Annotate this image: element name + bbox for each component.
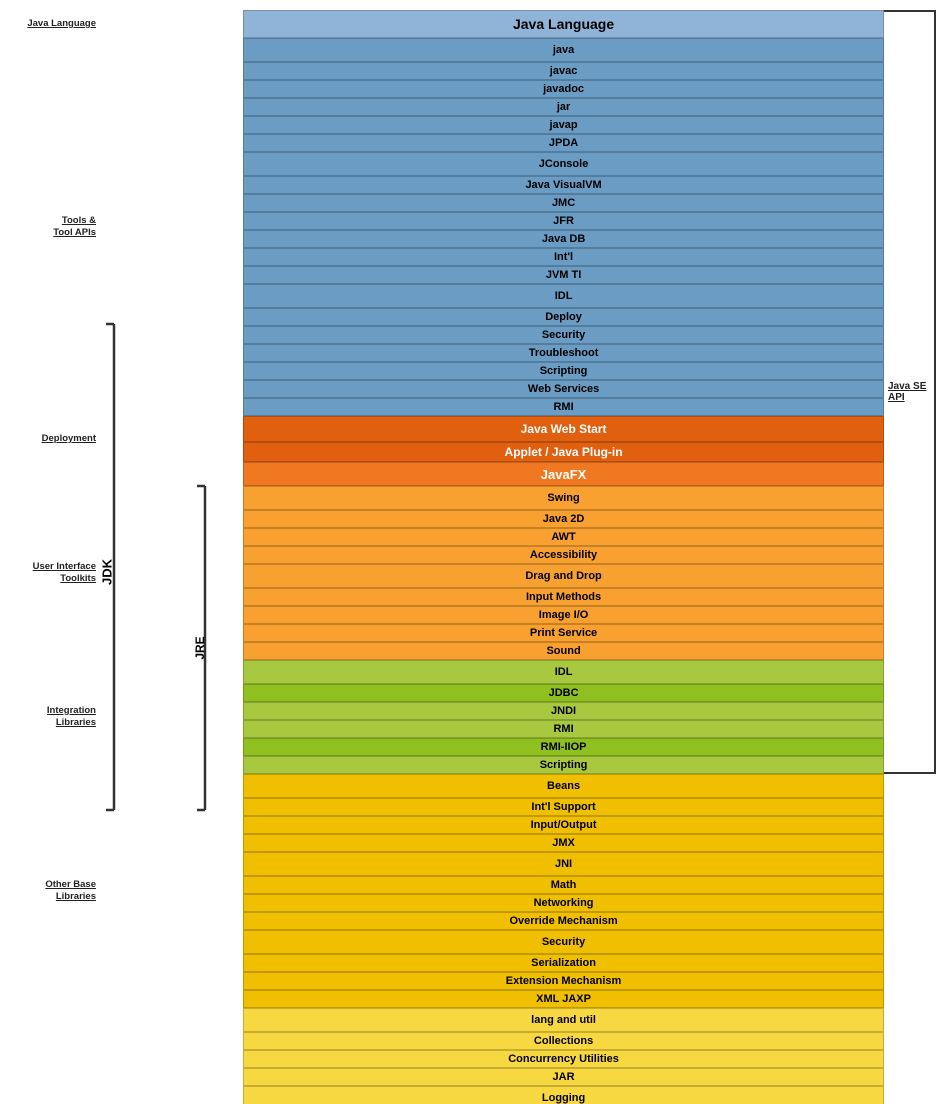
ui-toolkits-label: User Interface Toolkits (10, 486, 100, 660)
tool-jar: jar (243, 98, 884, 116)
tool-javadoc: javadoc (243, 80, 884, 98)
int-idl: IDL (243, 660, 884, 684)
svg-text:JRE: JRE (193, 636, 207, 659)
applet-plugin: Applet / Java Plug-in (243, 442, 884, 462)
lu-logging: Logging (243, 1086, 884, 1104)
ob-jni: JNI (243, 852, 884, 876)
tool-security: Security (243, 326, 884, 344)
ob-serialization: Serialization (243, 954, 884, 972)
ob-networking: Networking (243, 894, 884, 912)
tool-visualvm: Java VisualVM (243, 176, 884, 194)
jdk-bracket-svg: JDK (100, 322, 118, 852)
tools-label: Tools & Tool APIs (10, 38, 100, 416)
java-language-header: Java Language (243, 10, 884, 38)
empty-right-3 (884, 930, 936, 1008)
ob-jmx: JMX (243, 834, 884, 852)
tool-jvmti: JVM TI (243, 266, 884, 284)
tool-rmi: RMI (243, 398, 884, 416)
empty-label-1 (10, 462, 100, 486)
ui-sound: Sound (243, 642, 884, 660)
ui-inputmethods: Input Methods (243, 588, 884, 606)
tool-javap: javap (243, 116, 884, 134)
ob-inputoutput: Input/Output (243, 816, 884, 834)
tool-jconsole: JConsole (243, 152, 884, 176)
tool-jpda: JPDA (243, 134, 884, 152)
ob-security: Security (243, 930, 884, 954)
ui-swing: Swing (243, 486, 884, 510)
lu-langutil: lang and util (243, 1008, 884, 1032)
tool-javadb: Java DB (243, 230, 884, 248)
jre-bracket-svg: JRE (193, 322, 209, 852)
java-web-start: Java Web Start (243, 416, 884, 442)
lu-collections: Collections (243, 1032, 884, 1050)
ob-math: Math (243, 876, 884, 894)
tool-java: java (243, 38, 884, 62)
tool-deploy: Deploy (243, 308, 884, 326)
tool-idl: IDL (243, 284, 884, 308)
deployment-label: Deployment (10, 416, 100, 462)
int-jdbc: JDBC (243, 684, 884, 702)
ui-printservice: Print Service (243, 624, 884, 642)
ob-intlsupport: Int'l Support (243, 798, 884, 816)
tool-scripting: Scripting (243, 362, 884, 380)
tool-javac: javac (243, 62, 884, 80)
int-scripting: Scripting (243, 756, 884, 774)
empty-right-4 (884, 1008, 936, 1086)
ui-dragdrop: Drag and Drop (243, 564, 884, 588)
jre-bracket-cell: JRE (193, 10, 243, 1104)
ui-java2d: Java 2D (243, 510, 884, 528)
tool-jfr: JFR (243, 212, 884, 230)
tool-jmc: JMC (243, 194, 884, 212)
lu-concurrent: Concurrency Utilities (243, 1050, 884, 1068)
java-se-api-label: Java SE API (884, 10, 936, 774)
javafx-cell: JavaFX (243, 462, 884, 486)
lang-util-label: lang and util Base Libraries (10, 1008, 100, 1104)
int-jndi: JNDI (243, 702, 884, 720)
tool-webservices: Web Services (243, 380, 884, 398)
int-rmiiop: RMI-IIOP (243, 738, 884, 756)
integration-label: Integration Libraries (10, 660, 100, 774)
tool-troubleshoot: Troubleshoot (243, 344, 884, 362)
int-rmi: RMI (243, 720, 884, 738)
java-language-label: Java Language (10, 10, 100, 38)
main-container: Java Language JDK (0, 0, 946, 552)
tool-intl: Int'l (243, 248, 884, 266)
ob-beans: Beans (243, 774, 884, 798)
empty-right-2 (884, 852, 936, 930)
ob-override: Override Mechanism (243, 912, 884, 930)
ob-extension: Extension Mechanism (243, 972, 884, 990)
ob-xmljaxp: XML JAXP (243, 990, 884, 1008)
empty-right-5 (884, 1086, 936, 1104)
lu-jar: JAR (243, 1068, 884, 1086)
ui-accessibility: Accessibility (243, 546, 884, 564)
empty-right-1 (884, 774, 936, 852)
jdk-bracket-cell: JDK (100, 10, 193, 1104)
svg-text:JDK: JDK (100, 558, 115, 585)
ui-awt: AWT (243, 528, 884, 546)
ui-imageio: Image I/O (243, 606, 884, 624)
other-base-label: Other Base Libraries (10, 774, 100, 1008)
